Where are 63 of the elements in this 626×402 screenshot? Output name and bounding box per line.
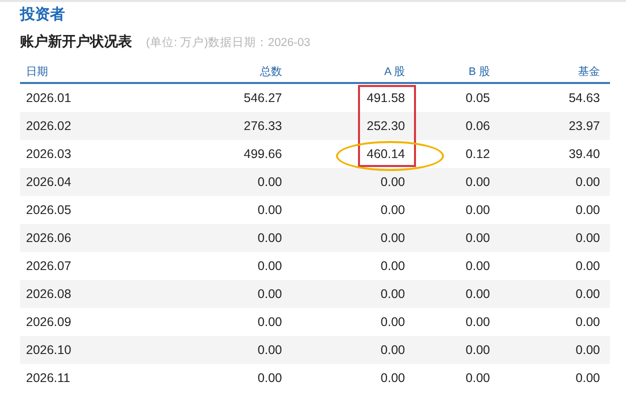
table-cell-text: 0.00 (380, 315, 406, 329)
table-cell-text: 39.40 (568, 147, 601, 161)
table-cell-text: 0.00 (574, 231, 601, 245)
column-header: A 股 (383, 64, 406, 78)
table-cell-text: 2026.08 (25, 287, 72, 301)
table-cell-text: 0.12 (464, 147, 491, 161)
table-cell-text: 0.00 (574, 343, 601, 357)
table-note: (单位: 万户)数据日期：2026-03 (146, 35, 310, 50)
table-cell-text: 0.00 (464, 343, 491, 357)
table-cell-text: 0.06 (464, 119, 491, 133)
table-cell-text: 2026.11 (25, 371, 72, 385)
table-cell-text: 499.66 (242, 147, 283, 161)
column-header: 基金 (577, 64, 601, 78)
table-cell-text: 0.00 (256, 315, 283, 329)
table-cell-text: 0.00 (464, 315, 491, 329)
table-cell-text: 2026.01 (25, 91, 72, 105)
table-cell-text: 0.00 (464, 231, 491, 245)
table-cell-text: 0.00 (380, 287, 406, 301)
column-header: 日期 (25, 64, 49, 78)
table-cell-text: 0.00 (464, 203, 491, 217)
table-cell-text: 2026.07 (25, 259, 72, 273)
table-cell-text: 0.00 (574, 315, 601, 329)
table-cell-text: 0.00 (380, 175, 406, 189)
table-cell-text: 0.00 (256, 259, 283, 273)
table-cell-text: 2026.10 (25, 343, 72, 357)
table-cell-text: 252.30 (366, 119, 406, 133)
table-cell-text: 0.00 (256, 287, 283, 301)
table-cell-text: 0.05 (464, 91, 491, 105)
table-cell-text: 0.00 (256, 203, 283, 217)
table-cell-text: 0.00 (574, 287, 601, 301)
column-header: 总数 (259, 64, 283, 78)
table-cell-text: 0.00 (464, 287, 491, 301)
table-cell-text: 0.00 (464, 259, 491, 273)
table-cell-text: 2026.05 (25, 203, 72, 217)
table-cell-text: 546.27 (242, 91, 283, 105)
table-cell-text: 0.00 (256, 231, 283, 245)
table-cell-text: 0.00 (380, 371, 406, 385)
table-cell-text: 2026.03 (25, 147, 72, 161)
table-cell-text: 0.00 (574, 371, 601, 385)
table-cell-text: 276.33 (242, 119, 283, 133)
table-cell-text: 23.97 (568, 119, 601, 133)
table-cell-text: 0.00 (574, 175, 601, 189)
table-cell-text: 0.00 (380, 203, 406, 217)
table-cell-text: 0.00 (574, 259, 601, 273)
table-cell-text: 0.00 (464, 371, 491, 385)
column-header: B 股 (468, 64, 491, 78)
table-cell-text: 2026.06 (25, 231, 72, 245)
table-cell-text: 2026.09 (25, 315, 72, 329)
table-cell-text: 0.00 (380, 231, 406, 245)
section-title: 投资者 (20, 5, 66, 25)
table-cell-text: 0.00 (574, 203, 601, 217)
table-cell-text: 460.14 (366, 147, 406, 161)
table-cell-text: 0.00 (464, 175, 491, 189)
table-cell-text: 2026.02 (25, 119, 72, 133)
table-cell-text: 0.00 (256, 343, 283, 357)
table-cell-text: 0.00 (256, 175, 283, 189)
table-title: 账户新开户状况表 (20, 33, 132, 51)
table-cell-text: 2026.04 (25, 175, 72, 189)
table-cell-text: 54.63 (568, 91, 601, 105)
table-cell-text: 0.00 (380, 343, 406, 357)
table-cell-text: 0.00 (256, 371, 283, 385)
table-cell-text: 491.58 (366, 91, 406, 105)
table-cell-text: 0.00 (380, 259, 406, 273)
